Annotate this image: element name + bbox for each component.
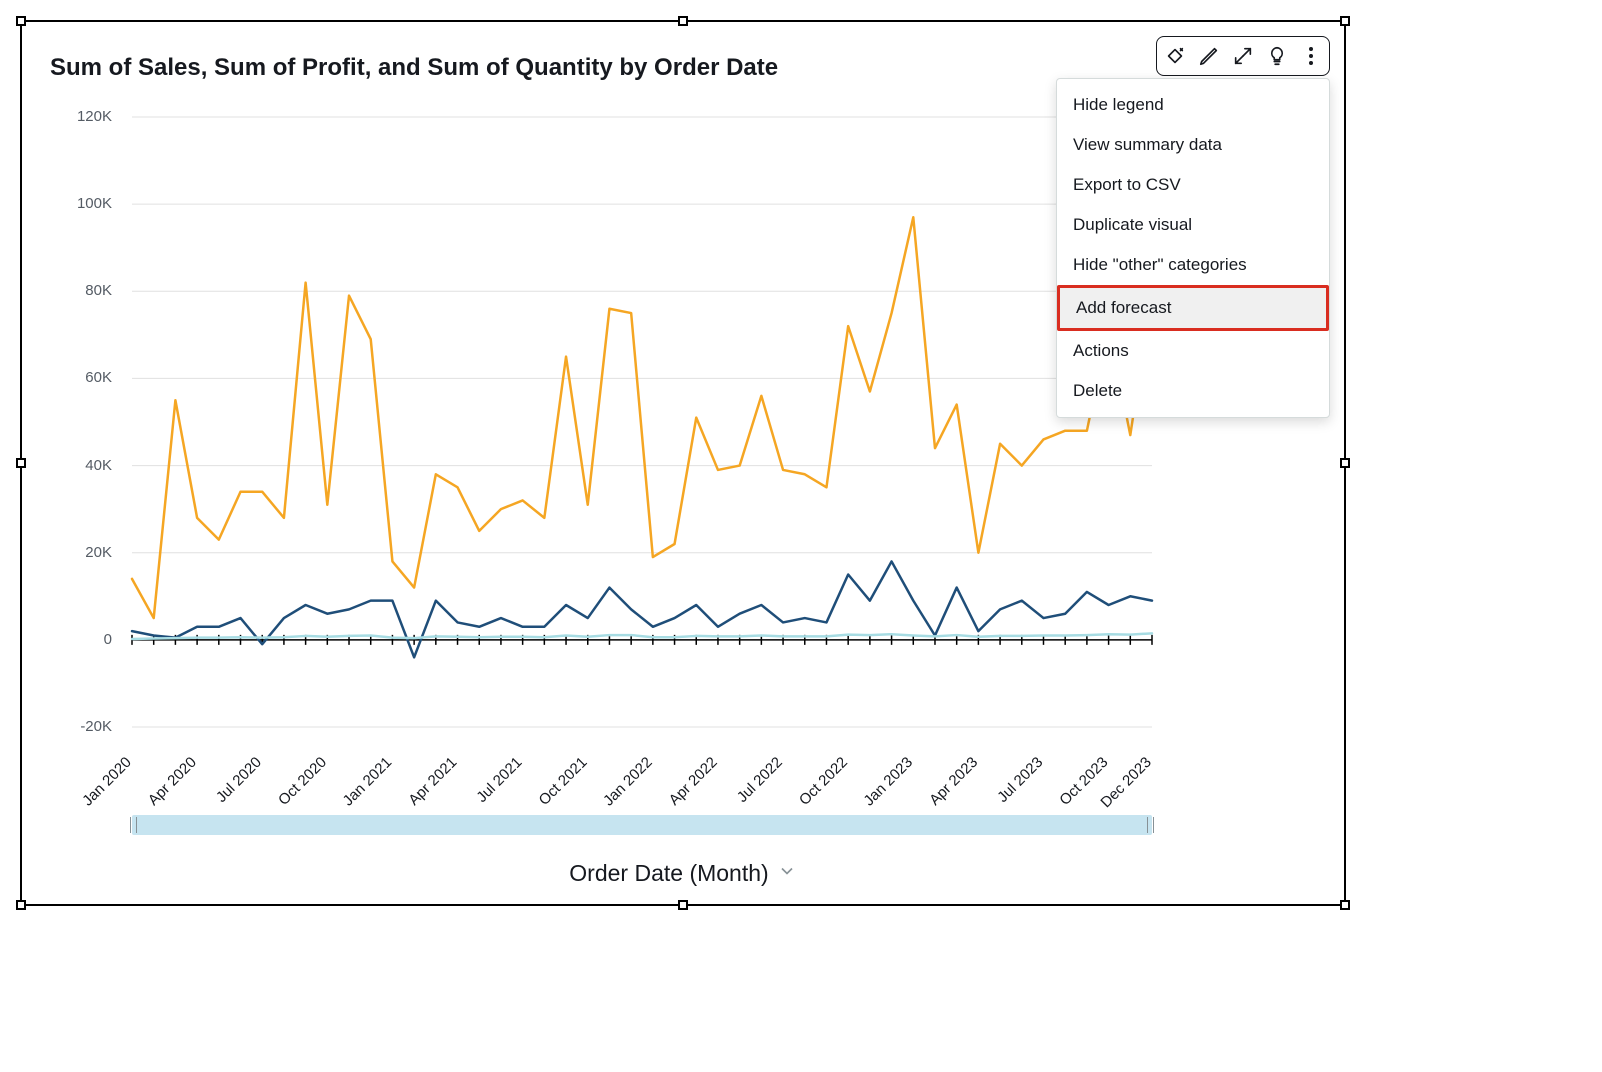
- menu-duplicate[interactable]: Duplicate visual: [1057, 205, 1329, 245]
- y-tick-label: -20K: [22, 718, 112, 735]
- chart-plot-area: Jan 2020Apr 2020Jul 2020Oct 2020Jan 2021…: [132, 117, 1152, 727]
- svg-text:Apr 2020: Apr 2020: [145, 754, 200, 809]
- expand-icon[interactable]: [1231, 44, 1255, 68]
- svg-text:Apr 2023: Apr 2023: [926, 754, 981, 809]
- range-slider[interactable]: [132, 815, 1152, 835]
- x-axis-title: Order Date (Month): [569, 860, 768, 887]
- y-axis-labels: -20K020K40K60K80K100K120K: [22, 117, 122, 727]
- svg-text:Jan 2023: Jan 2023: [860, 754, 916, 810]
- resize-handle-tl[interactable]: [16, 16, 26, 26]
- y-tick-label: 40K: [22, 457, 112, 474]
- y-tick-label: 120K: [22, 108, 112, 125]
- menu-view-summary[interactable]: View summary data: [1057, 125, 1329, 165]
- pencil-icon[interactable]: [1197, 44, 1221, 68]
- resize-handle-tc[interactable]: [678, 16, 688, 26]
- y-tick-label: 100K: [22, 195, 112, 212]
- svg-text:Jul 2021: Jul 2021: [473, 754, 525, 806]
- menu-delete[interactable]: Delete: [1057, 371, 1329, 411]
- resize-handle-bl[interactable]: [16, 900, 26, 910]
- y-tick-label: 0: [22, 631, 112, 648]
- resize-handle-bc[interactable]: [678, 900, 688, 910]
- resize-handle-br[interactable]: [1340, 900, 1350, 910]
- y-tick-label: 20K: [22, 544, 112, 561]
- svg-text:Apr 2022: Apr 2022: [666, 754, 721, 809]
- svg-text:Jul 2023: Jul 2023: [994, 754, 1046, 806]
- resize-handle-tr[interactable]: [1340, 16, 1350, 26]
- svg-text:Jan 2021: Jan 2021: [340, 754, 396, 810]
- svg-text:Oct 2020: Oct 2020: [275, 754, 330, 809]
- bulb-icon[interactable]: [1265, 44, 1289, 68]
- x-axis-title-wrap[interactable]: Order Date (Month): [22, 860, 1344, 887]
- svg-text:Jul 2022: Jul 2022: [734, 754, 786, 806]
- svg-text:Oct 2021: Oct 2021: [536, 754, 591, 809]
- context-menu: Hide legend View summary data Export to …: [1056, 78, 1330, 418]
- menu-hide-other[interactable]: Hide "other" categories: [1057, 245, 1329, 285]
- svg-text:Oct 2022: Oct 2022: [796, 754, 851, 809]
- chevron-down-icon: [777, 860, 797, 887]
- sparkle-icon[interactable]: [1163, 44, 1187, 68]
- menu-hide-legend[interactable]: Hide legend: [1057, 85, 1329, 125]
- more-icon[interactable]: [1299, 44, 1323, 68]
- menu-add-forecast[interactable]: Add forecast: [1057, 285, 1329, 331]
- svg-text:Jul 2020: Jul 2020: [213, 754, 265, 806]
- svg-text:Jan 2020: Jan 2020: [79, 754, 135, 810]
- chart-title: Sum of Sales, Sum of Profit, and Sum of …: [50, 54, 778, 82]
- menu-actions[interactable]: Actions: [1057, 331, 1329, 371]
- visual-toolbar: [1156, 36, 1330, 76]
- visual-frame[interactable]: Sum of Sales, Sum of Profit, and Sum of …: [20, 20, 1346, 906]
- menu-export-csv[interactable]: Export to CSV: [1057, 165, 1329, 205]
- y-tick-label: 80K: [22, 282, 112, 299]
- svg-text:Jan 2022: Jan 2022: [600, 754, 656, 810]
- line-chart-svg: Jan 2020Apr 2020Jul 2020Oct 2020Jan 2021…: [132, 117, 1152, 727]
- y-tick-label: 60K: [22, 369, 112, 386]
- svg-text:Apr 2021: Apr 2021: [405, 754, 460, 809]
- resize-handle-mr[interactable]: [1340, 458, 1350, 468]
